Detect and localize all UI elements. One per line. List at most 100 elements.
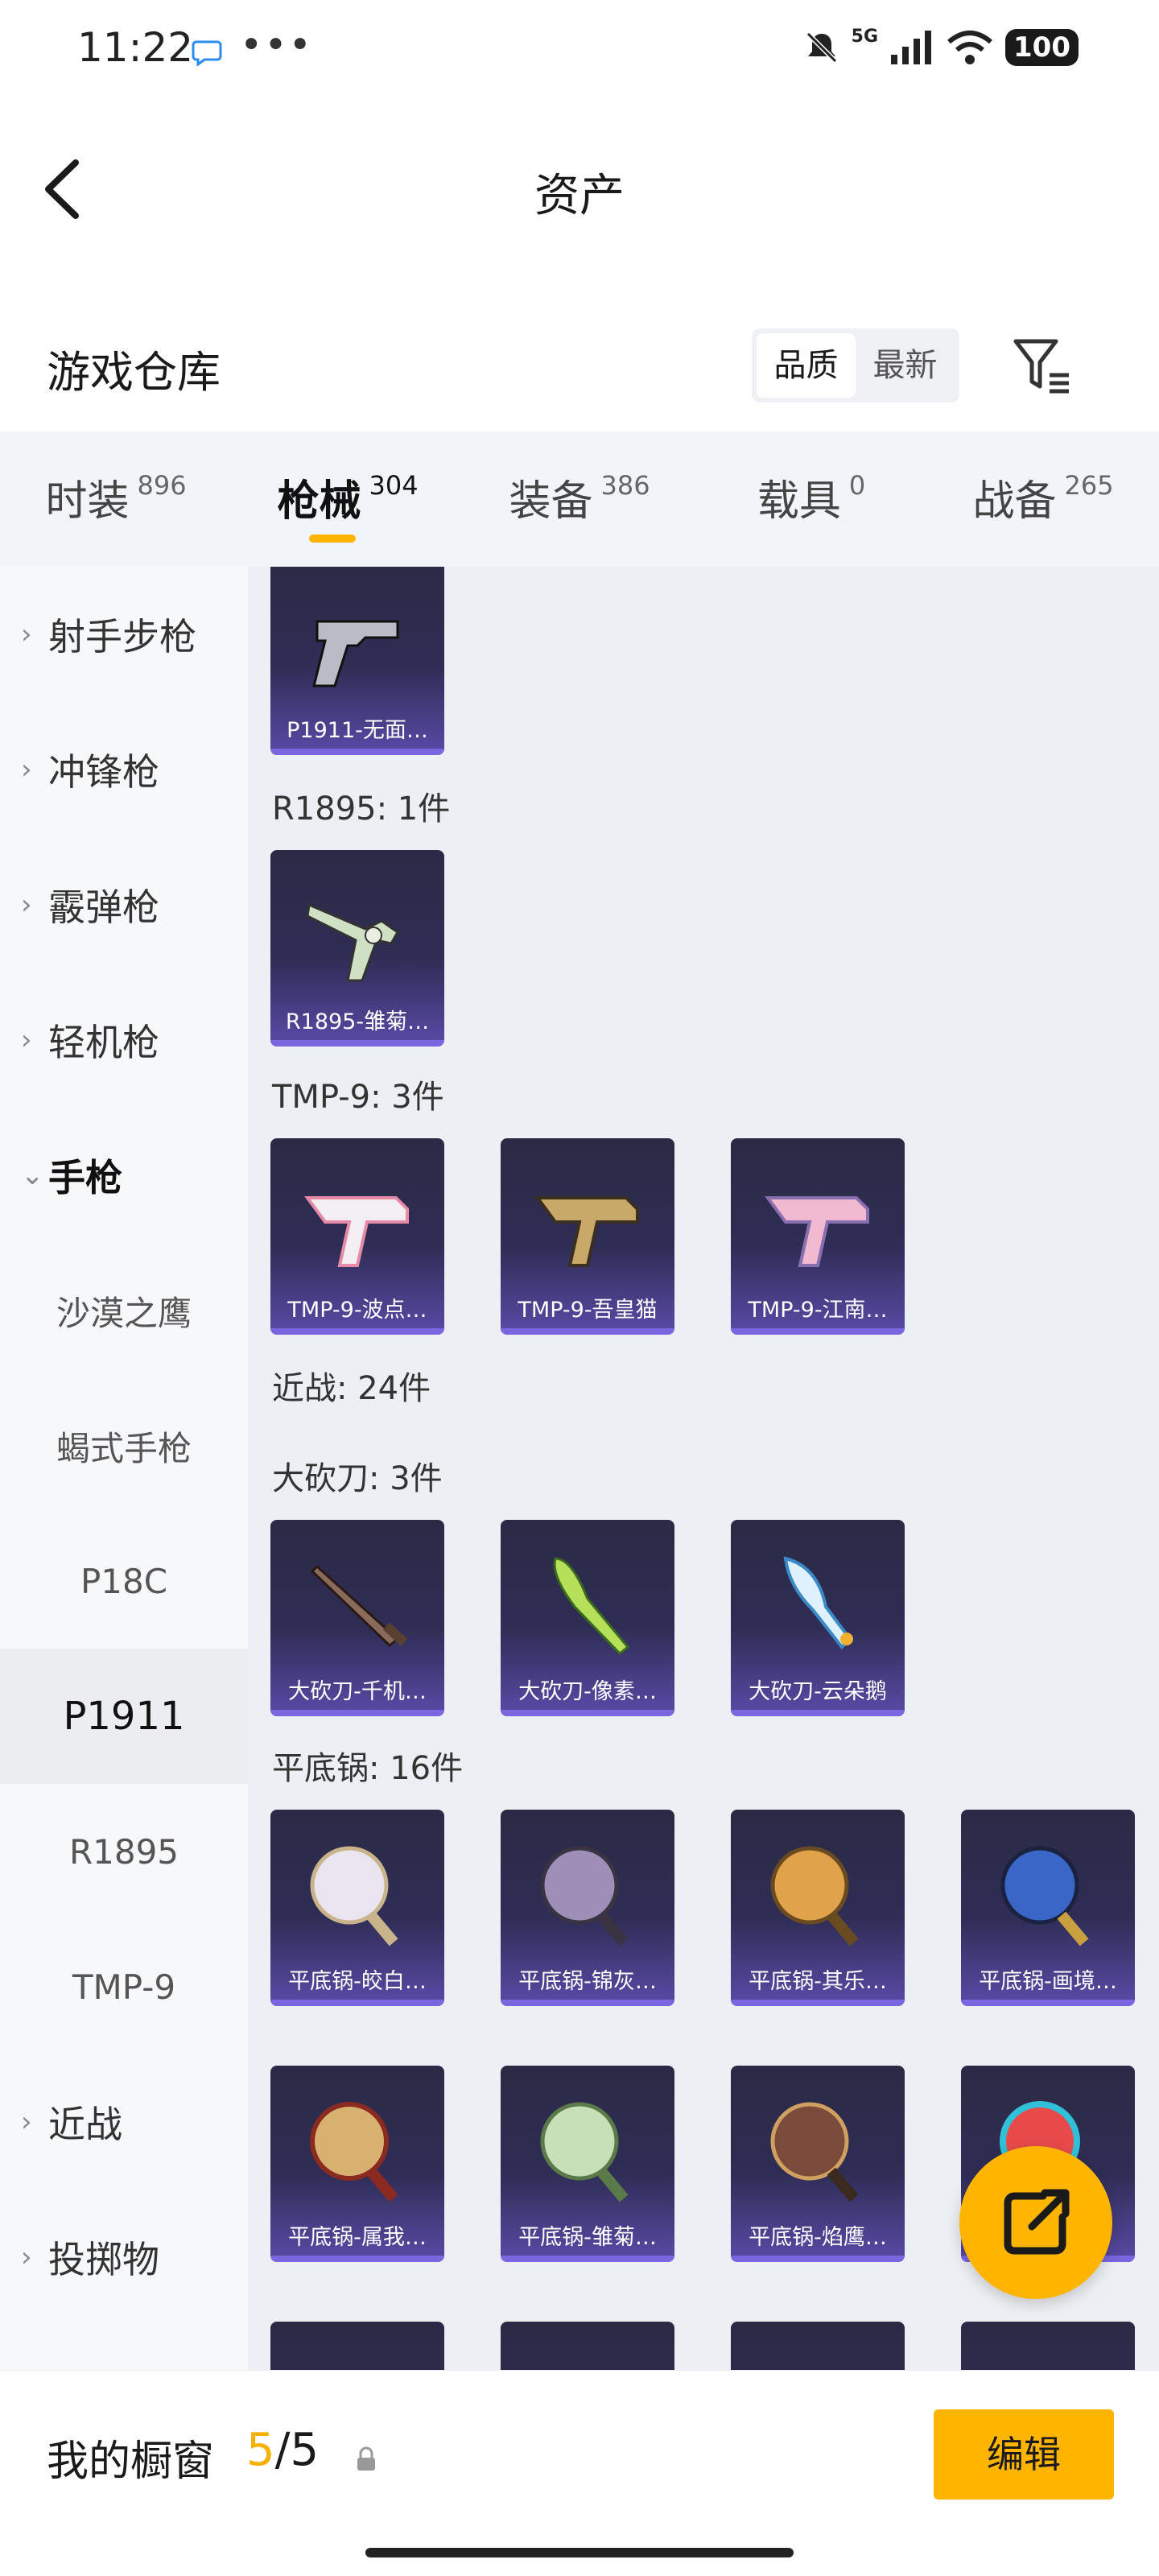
item-name: 平底锅-画境… — [979, 1969, 1117, 1994]
item-card[interactable]: 平底锅-属我… — [270, 2066, 444, 2262]
item-name: P1911-无面… — [287, 718, 428, 743]
revolver-icon — [306, 902, 399, 982]
sidebar-item-pistol[interactable]: ⌄ 手枪 — [0, 1108, 248, 1243]
signal-icon — [891, 31, 932, 64]
machete-icon — [310, 1564, 408, 1647]
smg-icon — [765, 1196, 869, 1267]
tab-label: 枪械 — [277, 477, 361, 526]
sidebar-item-throwables[interactable]: › 投掷物 — [0, 2190, 248, 2325]
item-card[interactable]: 平底锅-焰鹰… — [731, 2066, 905, 2262]
frying-pan-icon — [770, 1846, 859, 1946]
item-name: TMP-9-吾皇猫 — [518, 1298, 658, 1323]
sidebar-item-lmg[interactable]: › 轻机枪 — [0, 972, 248, 1108]
item-card[interactable]: R1895-雏菊… — [270, 850, 444, 1046]
section-header: 平底锅: 16件 — [272, 1750, 464, 1787]
item-name: 平底锅-锦灰… — [518, 1969, 657, 1994]
sort-quality-button[interactable]: 品质 — [757, 333, 856, 398]
sidebar-item-smg[interactable]: › 冲锋枪 — [0, 702, 248, 837]
frying-pan-icon — [310, 1846, 398, 1946]
sidebar-item-skorpion[interactable]: 蝎式手枪 — [0, 1378, 248, 1513]
sidebar-item-label: 投掷物 — [48, 2238, 159, 2281]
battery-level: 100 — [1005, 29, 1079, 66]
item-card[interactable]: TMP-9-波点… — [270, 1138, 444, 1335]
item-card[interactable]: 平底锅-雏菊… — [501, 2066, 674, 2262]
sidebar-item-label: 近战 — [48, 2103, 122, 2146]
tab-vehicles[interactable]: 载具 0 — [695, 431, 927, 567]
item-name: 平底锅-焰鹰… — [749, 2225, 887, 2250]
sort-newest-button[interactable]: 最新 — [856, 333, 955, 398]
sidebar-item-p18c[interactable]: P18C — [0, 1513, 248, 1649]
sidebar-item-label: P18C — [80, 1561, 168, 1601]
frying-pan-icon — [540, 1846, 629, 1946]
showcase-bar: 我的橱窗 5/5 编辑 — [0, 2370, 1159, 2576]
chevron-right-icon: › — [21, 1024, 32, 1056]
section-header: R1895: 1件 — [272, 791, 451, 828]
edit-button[interactable]: 编辑 — [934, 2409, 1114, 2500]
share-button[interactable] — [959, 2146, 1112, 2299]
sidebar-item-label: 蝎式手枪 — [56, 1428, 192, 1468]
sidebar-item-desert-eagle[interactable]: 沙漠之鹰 — [0, 1243, 248, 1378]
chevron-right-icon: › — [21, 889, 32, 921]
machete-icon — [553, 1557, 630, 1656]
more-notifications-icon: ••• — [240, 23, 313, 68]
tab-count: 896 — [137, 470, 187, 501]
sidebar-item-p1911[interactable]: P1911 — [0, 1649, 248, 1784]
item-name: 大砍刀-像素… — [518, 1679, 657, 1704]
warehouse-title: 游戏仓库 — [47, 347, 221, 398]
item-grid-panel: P1911-无面… R1895: 1件 R1895-雏菊… TMP-9: 3件 … — [248, 567, 1159, 2370]
item-card[interactable]: TMP-9-江南… — [731, 1138, 905, 1335]
item-name: 平底锅-雏菊… — [518, 2225, 657, 2250]
tab-fashion[interactable]: 时装 896 — [0, 431, 232, 567]
item-card[interactable]: P1911-无面… — [270, 567, 444, 755]
category-tabs: 时装 896 枪械 304 装备 386 载具 0 战备 265 — [0, 431, 1159, 567]
showcase-count: 5/5 — [246, 2424, 319, 2476]
item-name: TMP-9-波点… — [287, 1298, 427, 1323]
network-type: 5G — [851, 26, 879, 47]
chevron-right-icon: › — [21, 618, 32, 650]
smg-icon — [534, 1196, 639, 1267]
tab-label: 战备 — [972, 477, 1057, 526]
chevron-right-icon: › — [21, 753, 32, 786]
item-card[interactable]: TMP-9-吾皇猫 — [501, 1138, 674, 1335]
sidebar-item-melee[interactable]: › 近战 — [0, 2054, 248, 2190]
sidebar-item-tmp9[interactable]: TMP-9 — [0, 1919, 248, 2054]
mute-bell-icon — [806, 31, 837, 64]
chevron-down-icon: ⌄ — [21, 1159, 44, 1191]
status-icons: 5G 100 — [803, 26, 1079, 66]
item-card[interactable]: 大砍刀-千机… — [270, 1520, 444, 1716]
frying-pan-icon — [310, 2102, 398, 2202]
item-card[interactable] — [270, 2322, 444, 2370]
warehouse-header: 游戏仓库 品质 最新 — [0, 314, 1159, 419]
lock-icon — [357, 2446, 375, 2471]
chevron-right-icon: › — [21, 2241, 32, 2273]
item-card[interactable]: 大砍刀-云朵鹅 — [731, 1520, 905, 1716]
tab-equipment[interactable]: 装备 386 — [464, 431, 695, 567]
item-card[interactable]: 平底锅-锦灰… — [501, 1810, 674, 2006]
sidebar-item-marksman-rifle[interactable]: › 射手步枪 — [0, 567, 248, 702]
showcase-total: /5 — [274, 2424, 320, 2476]
weapon-category-sidebar: › 射手步枪 › 冲锋枪 › 霰弹枪 › 轻机枪 ⌄ 手枪 沙漠之鹰 蝎式手枪 … — [0, 567, 248, 2370]
status-bar: 11:22 ••• 5G 100 — [0, 0, 1159, 105]
tab-count: 386 — [600, 470, 650, 501]
item-card[interactable]: 平底锅-皎白… — [270, 1810, 444, 2006]
item-card[interactable]: 平底锅-其乐… — [731, 1810, 905, 2006]
filter-icon[interactable] — [1006, 330, 1079, 402]
tab-supplies[interactable]: 战备 265 — [927, 431, 1159, 567]
item-name: R1895-雏菊… — [285, 1009, 430, 1034]
item-card[interactable] — [501, 2322, 674, 2370]
frying-pan-icon — [770, 2102, 859, 2202]
item-card[interactable]: 平底锅-画境… — [961, 1810, 1135, 2006]
tab-firearms[interactable]: 枪械 304 — [232, 431, 464, 567]
sidebar-item-r1895[interactable]: R1895 — [0, 1784, 248, 1919]
item-card[interactable] — [961, 2322, 1135, 2370]
sidebar-item-label: 霰弹枪 — [48, 886, 159, 929]
sort-toggle: 品质 最新 — [752, 328, 959, 402]
item-card[interactable] — [731, 2322, 905, 2370]
sidebar-item-shotgun[interactable]: › 霰弹枪 — [0, 837, 248, 972]
item-name: 平底锅-皎白… — [288, 1969, 427, 1994]
message-notification-icon — [192, 40, 222, 66]
sidebar-item-label: TMP-9 — [72, 1967, 176, 2007]
item-card[interactable]: 大砍刀-像素… — [501, 1520, 674, 1716]
item-name: 大砍刀-云朵鹅 — [749, 1679, 887, 1704]
showcase-label: 我的橱窗 — [47, 2438, 215, 2486]
